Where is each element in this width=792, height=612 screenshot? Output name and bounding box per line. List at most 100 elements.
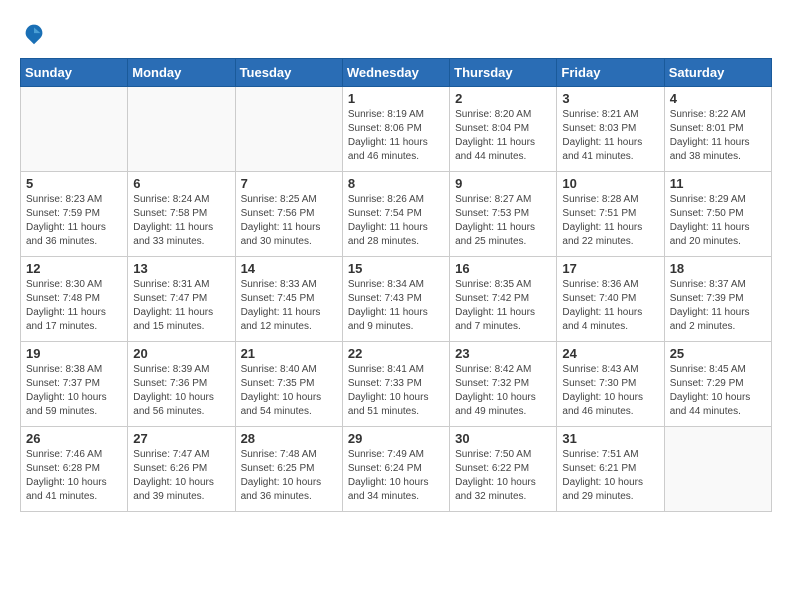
day-number: 20: [133, 346, 229, 361]
day-info: Sunrise: 8:31 AM Sunset: 7:47 PM Dayligh…: [133, 278, 229, 334]
day-number: 3: [562, 91, 658, 106]
day-info: Sunrise: 7:50 AM Sunset: 6:22 PM Dayligh…: [455, 448, 551, 504]
day-header-monday: Monday: [128, 59, 235, 87]
day-info: Sunrise: 8:30 AM Sunset: 7:48 PM Dayligh…: [26, 278, 122, 334]
day-header-tuesday: Tuesday: [235, 59, 342, 87]
day-info: Sunrise: 8:45 AM Sunset: 7:29 PM Dayligh…: [670, 363, 766, 419]
day-number: 18: [670, 261, 766, 276]
calendar-cell: 23 Sunrise: 8:42 AM Sunset: 7:32 PM Dayli…: [450, 342, 557, 427]
day-info: Sunrise: 8:37 AM Sunset: 7:39 PM Dayligh…: [670, 278, 766, 334]
calendar-cell: 27 Sunrise: 7:47 AM Sunset: 6:26 PM Dayli…: [128, 427, 235, 512]
day-number: 8: [348, 176, 444, 191]
day-number: 12: [26, 261, 122, 276]
day-header-friday: Friday: [557, 59, 664, 87]
day-info: Sunrise: 8:25 AM Sunset: 7:56 PM Dayligh…: [241, 193, 337, 249]
calendar-cell: 16Sunrise: 8:35 AM Sunset: 7:42 PM Dayli…: [450, 257, 557, 342]
calendar-cell: 31 Sunrise: 7:51 AM Sunset: 6:21 PM Dayli…: [557, 427, 664, 512]
day-info: Sunrise: 8:20 AM Sunset: 8:04 PM Dayligh…: [455, 108, 551, 164]
calendar-cell: 28Sunrise: 7:48 AM Sunset: 6:25 PM Dayli…: [235, 427, 342, 512]
week-row-2: 5 Sunrise: 8:23 AM Sunset: 7:59 PM Daylig…: [21, 172, 772, 257]
day-header-sunday: Sunday: [21, 59, 128, 87]
day-header-saturday: Saturday: [664, 59, 771, 87]
calendar-cell: 3 Sunrise: 8:21 AM Sunset: 8:03 PM Daylig…: [557, 87, 664, 172]
day-number: 5: [26, 176, 122, 191]
day-number: 11: [670, 176, 766, 191]
calendar-cell: 2Sunrise: 8:20 AM Sunset: 8:04 PM Daylig…: [450, 87, 557, 172]
day-number: 30: [455, 431, 551, 446]
day-header-thursday: Thursday: [450, 59, 557, 87]
day-info: Sunrise: 8:21 AM Sunset: 8:03 PM Dayligh…: [562, 108, 658, 164]
day-info: Sunrise: 8:24 AM Sunset: 7:58 PM Dayligh…: [133, 193, 229, 249]
calendar-cell: 15 Sunrise: 8:34 AM Sunset: 7:43 PM Dayli…: [342, 257, 449, 342]
calendar-cell: 17 Sunrise: 8:36 AM Sunset: 7:40 PM Dayli…: [557, 257, 664, 342]
day-info: Sunrise: 8:42 AM Sunset: 7:32 PM Dayligh…: [455, 363, 551, 419]
calendar-cell: 4Sunrise: 8:22 AM Sunset: 8:01 PM Daylig…: [664, 87, 771, 172]
calendar-cell: 11 Sunrise: 8:29 AM Sunset: 7:50 PM Dayli…: [664, 172, 771, 257]
day-number: 13: [133, 261, 229, 276]
day-number: 25: [670, 346, 766, 361]
week-row-5: 26Sunrise: 7:46 AM Sunset: 6:28 PM Dayli…: [21, 427, 772, 512]
day-info: Sunrise: 8:28 AM Sunset: 7:51 PM Dayligh…: [562, 193, 658, 249]
calendar-cell: 9 Sunrise: 8:27 AM Sunset: 7:53 PM Daylig…: [450, 172, 557, 257]
day-info: Sunrise: 8:34 AM Sunset: 7:43 PM Dayligh…: [348, 278, 444, 334]
calendar-cell: 8 Sunrise: 8:26 AM Sunset: 7:54 PM Daylig…: [342, 172, 449, 257]
day-number: 7: [241, 176, 337, 191]
day-info: Sunrise: 8:19 AM Sunset: 8:06 PM Dayligh…: [348, 108, 444, 164]
calendar-cell: 10 Sunrise: 8:28 AM Sunset: 7:51 PM Dayli…: [557, 172, 664, 257]
calendar-cell: 12 Sunrise: 8:30 AM Sunset: 7:48 PM Dayli…: [21, 257, 128, 342]
day-info: Sunrise: 7:51 AM Sunset: 6:21 PM Dayligh…: [562, 448, 658, 504]
calendar-cell: [235, 87, 342, 172]
week-row-1: 1 Sunrise: 8:19 AM Sunset: 8:06 PM Daylig…: [21, 87, 772, 172]
day-info: Sunrise: 8:29 AM Sunset: 7:50 PM Dayligh…: [670, 193, 766, 249]
calendar-cell: 7 Sunrise: 8:25 AM Sunset: 7:56 PM Daylig…: [235, 172, 342, 257]
day-number: 4: [670, 91, 766, 106]
calendar-cell: 14Sunrise: 8:33 AM Sunset: 7:45 PM Dayli…: [235, 257, 342, 342]
calendar-cell: 22 Sunrise: 8:41 AM Sunset: 7:33 PM Dayli…: [342, 342, 449, 427]
day-number: 23: [455, 346, 551, 361]
day-number: 9: [455, 176, 551, 191]
calendar-cell: 26Sunrise: 7:46 AM Sunset: 6:28 PM Dayli…: [21, 427, 128, 512]
day-info: Sunrise: 8:33 AM Sunset: 7:45 PM Dayligh…: [241, 278, 337, 334]
calendar-cell: 18 Sunrise: 8:37 AM Sunset: 7:39 PM Dayli…: [664, 257, 771, 342]
day-info: Sunrise: 8:38 AM Sunset: 7:37 PM Dayligh…: [26, 363, 122, 419]
day-number: 1: [348, 91, 444, 106]
day-info: Sunrise: 8:23 AM Sunset: 7:59 PM Dayligh…: [26, 193, 122, 249]
day-number: 6: [133, 176, 229, 191]
day-number: 17: [562, 261, 658, 276]
header: [20, 20, 772, 48]
day-number: 31: [562, 431, 658, 446]
day-number: 10: [562, 176, 658, 191]
day-number: 29: [348, 431, 444, 446]
calendar-cell: [128, 87, 235, 172]
calendar-cell: 21Sunrise: 8:40 AM Sunset: 7:35 PM Dayli…: [235, 342, 342, 427]
logo: [20, 20, 52, 48]
calendar-cell: 1 Sunrise: 8:19 AM Sunset: 8:06 PM Daylig…: [342, 87, 449, 172]
calendar-cell: 24Sunrise: 8:43 AM Sunset: 7:30 PM Dayli…: [557, 342, 664, 427]
day-number: 28: [241, 431, 337, 446]
day-info: Sunrise: 7:49 AM Sunset: 6:24 PM Dayligh…: [348, 448, 444, 504]
day-info: Sunrise: 7:47 AM Sunset: 6:26 PM Dayligh…: [133, 448, 229, 504]
day-header-wednesday: Wednesday: [342, 59, 449, 87]
day-number: 27: [133, 431, 229, 446]
day-info: Sunrise: 8:43 AM Sunset: 7:30 PM Dayligh…: [562, 363, 658, 419]
calendar-cell: 30 Sunrise: 7:50 AM Sunset: 6:22 PM Dayli…: [450, 427, 557, 512]
calendar-cell: 29 Sunrise: 7:49 AM Sunset: 6:24 PM Dayli…: [342, 427, 449, 512]
day-info: Sunrise: 8:36 AM Sunset: 7:40 PM Dayligh…: [562, 278, 658, 334]
week-row-4: 19Sunrise: 8:38 AM Sunset: 7:37 PM Dayli…: [21, 342, 772, 427]
calendar-cell: 13 Sunrise: 8:31 AM Sunset: 7:47 PM Dayli…: [128, 257, 235, 342]
calendar-cell: 6 Sunrise: 8:24 AM Sunset: 7:58 PM Daylig…: [128, 172, 235, 257]
day-number: 15: [348, 261, 444, 276]
day-info: Sunrise: 8:26 AM Sunset: 7:54 PM Dayligh…: [348, 193, 444, 249]
calendar-cell: 25 Sunrise: 8:45 AM Sunset: 7:29 PM Dayli…: [664, 342, 771, 427]
calendar-header-row: SundayMondayTuesdayWednesdayThursdayFrid…: [21, 59, 772, 87]
calendar-cell: 5 Sunrise: 8:23 AM Sunset: 7:59 PM Daylig…: [21, 172, 128, 257]
day-info: Sunrise: 8:39 AM Sunset: 7:36 PM Dayligh…: [133, 363, 229, 419]
day-number: 22: [348, 346, 444, 361]
day-info: Sunrise: 7:46 AM Sunset: 6:28 PM Dayligh…: [26, 448, 122, 504]
day-info: Sunrise: 8:41 AM Sunset: 7:33 PM Dayligh…: [348, 363, 444, 419]
day-number: 21: [241, 346, 337, 361]
logo-icon: [20, 20, 48, 48]
calendar-cell: [21, 87, 128, 172]
day-info: Sunrise: 8:27 AM Sunset: 7:53 PM Dayligh…: [455, 193, 551, 249]
calendar: SundayMondayTuesdayWednesdayThursdayFrid…: [20, 58, 772, 512]
